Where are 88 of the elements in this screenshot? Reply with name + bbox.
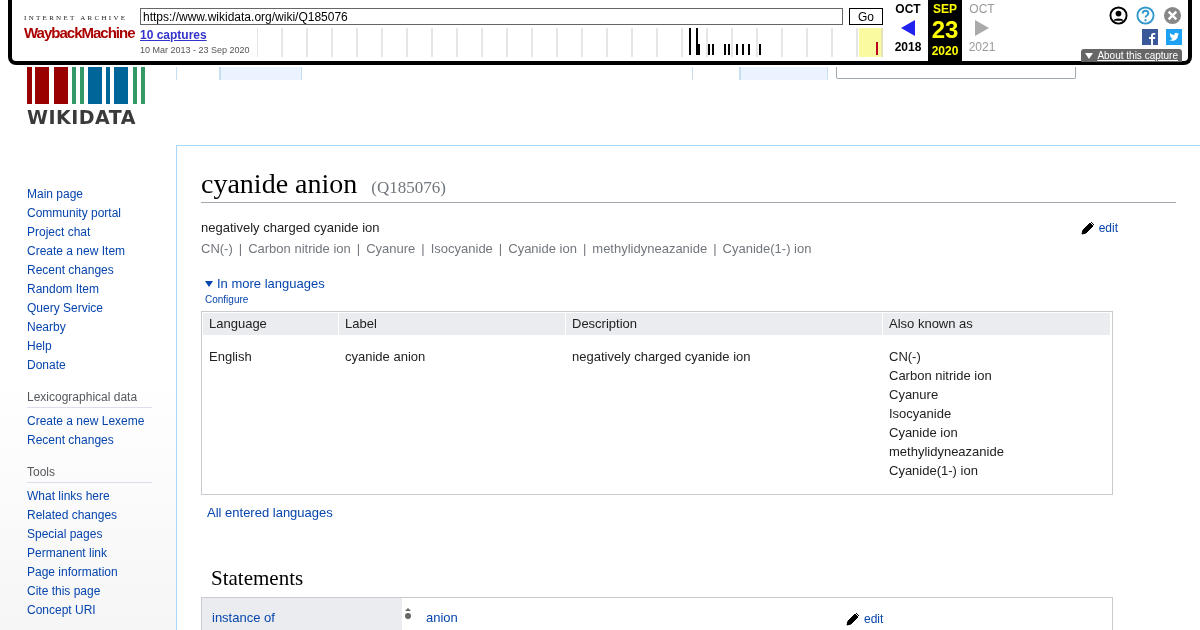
wikidata-wordmark[interactable]: WIKIDATA	[27, 106, 136, 128]
sidebar-link[interactable]: Recent changes	[27, 261, 176, 280]
table-cell-text: negatively charged cyanide ion	[571, 348, 752, 366]
sidebar-link[interactable]: Concept URI	[27, 601, 176, 620]
sidebar-link[interactable]: Main page	[27, 185, 176, 204]
sidebar-link[interactable]: Help	[27, 337, 176, 356]
pencil-icon	[1080, 220, 1095, 235]
help-icon[interactable]	[1136, 6, 1155, 25]
sidebar-link[interactable]: What links here	[27, 487, 176, 506]
column-header: Language	[203, 313, 339, 335]
alias-separator: |	[713, 241, 717, 256]
alias: CN(-)	[889, 348, 922, 366]
alias: Cyanure	[889, 386, 940, 404]
sidebar-link[interactable]: Related changes	[27, 506, 176, 525]
pencil-icon	[846, 612, 860, 626]
sidebar-link[interactable]: Cite this page	[27, 582, 176, 601]
alias: Isocyanide	[430, 241, 493, 256]
column-header: Also known as	[883, 313, 1111, 335]
go-button[interactable]: Go	[849, 8, 883, 25]
alias: methylidyneazanide	[592, 241, 708, 256]
wayback-logo[interactable]: WaybackMachine	[24, 23, 140, 43]
sidebar-link[interactable]: Recent changes	[27, 431, 176, 450]
alias: methylidyneazanide	[889, 443, 1005, 461]
alias: CN(-)	[201, 241, 233, 256]
sidebar-link[interactable]: Community portal	[27, 204, 176, 223]
column-header: Label	[339, 313, 566, 335]
sidebar-link[interactable]: Query Service	[27, 299, 176, 318]
alias: Cyanide ion	[889, 424, 959, 442]
sidebar-link[interactable]: Create a new Lexeme	[27, 412, 176, 431]
sidebar-link[interactable]: Donate	[27, 356, 176, 375]
search-field[interactable]	[836, 67, 1076, 79]
capture-range: 10 Mar 2013 - 23 Sep 2020	[140, 45, 251, 55]
captures-link[interactable]: 10 captures	[140, 28, 257, 42]
year-label: 2018	[894, 39, 922, 55]
month-label: SEP	[933, 1, 957, 17]
twitter-icon[interactable]	[1166, 29, 1182, 45]
item-description: negatively charged cyanide ion	[201, 220, 380, 235]
alias: Carbon nitride ion	[248, 241, 351, 256]
alias: Cyanure	[366, 241, 416, 256]
edit-link[interactable]: edit	[846, 612, 884, 626]
year-label: 2021	[968, 39, 996, 55]
alias-separator: |	[238, 241, 243, 256]
alias-separator: |	[421, 241, 425, 256]
sidebar-link[interactable]: Special pages	[27, 525, 176, 544]
wikidata-logo[interactable]	[27, 67, 147, 104]
item-id: (Q185076)	[371, 178, 446, 198]
edit-link[interactable]: edit	[1080, 220, 1118, 235]
alias: Carbon nitride ion	[889, 367, 993, 385]
sidebar-link[interactable]: Permanent link	[27, 544, 176, 563]
day-label: 23	[931, 17, 959, 43]
column-header: Description	[566, 313, 883, 335]
sidebar-link[interactable]: Create a new Item	[27, 242, 176, 261]
alias-separator: |	[582, 241, 587, 256]
month-label: OCT	[969, 1, 995, 17]
configure-link[interactable]: Configure	[205, 294, 249, 305]
close-icon[interactable]	[1163, 6, 1182, 25]
sidebar-link[interactable]: Random Item	[27, 280, 176, 299]
item-title: cyanide anion	[201, 168, 358, 200]
alias-separator: |	[498, 241, 503, 256]
property-link[interactable]: instance of	[202, 598, 402, 630]
triangle-icon	[1085, 52, 1094, 59]
year-label: 2020	[931, 43, 959, 59]
alias: Cyanide(1-) ion	[722, 241, 812, 256]
table-cell-text: cyanide anion	[344, 348, 427, 366]
all-languages-link[interactable]: All entered languages	[207, 505, 333, 520]
alias: Cyanide ion	[508, 241, 577, 256]
table-cell-text: English	[208, 348, 253, 366]
user-icon[interactable]	[1109, 6, 1128, 25]
sidebar-heading: Tools	[27, 465, 152, 483]
statements-heading: Statements	[211, 566, 305, 591]
caret-icon	[205, 280, 213, 287]
sidebar-link[interactable]: Page information	[27, 563, 176, 582]
alias-separator: |	[356, 241, 361, 256]
alias: Isocyanide	[889, 405, 953, 423]
sidebar-link[interactable]: Nearby	[27, 318, 176, 337]
value-link[interactable]: anion	[426, 598, 846, 630]
previous-arrow-icon[interactable]	[900, 19, 916, 37]
languages-toggle[interactable]: In more languages	[205, 276, 325, 291]
calendar-date[interactable]: SEP 23 2020	[928, 0, 962, 61]
next-arrow-icon[interactable]	[974, 19, 990, 37]
rank-icon[interactable]	[404, 608, 412, 622]
alias: Cyanide(1-) ion	[889, 462, 979, 480]
about-capture-link[interactable]: About this capture	[1081, 49, 1182, 62]
facebook-icon[interactable]	[1142, 29, 1158, 45]
sidebar-heading: Lexicographical data	[27, 390, 152, 408]
sidebar-link[interactable]: Project chat	[27, 223, 176, 242]
month-label: OCT	[895, 1, 921, 17]
url-field[interactable]: https://www.wikidata.org/wiki/Q185076	[140, 8, 843, 25]
